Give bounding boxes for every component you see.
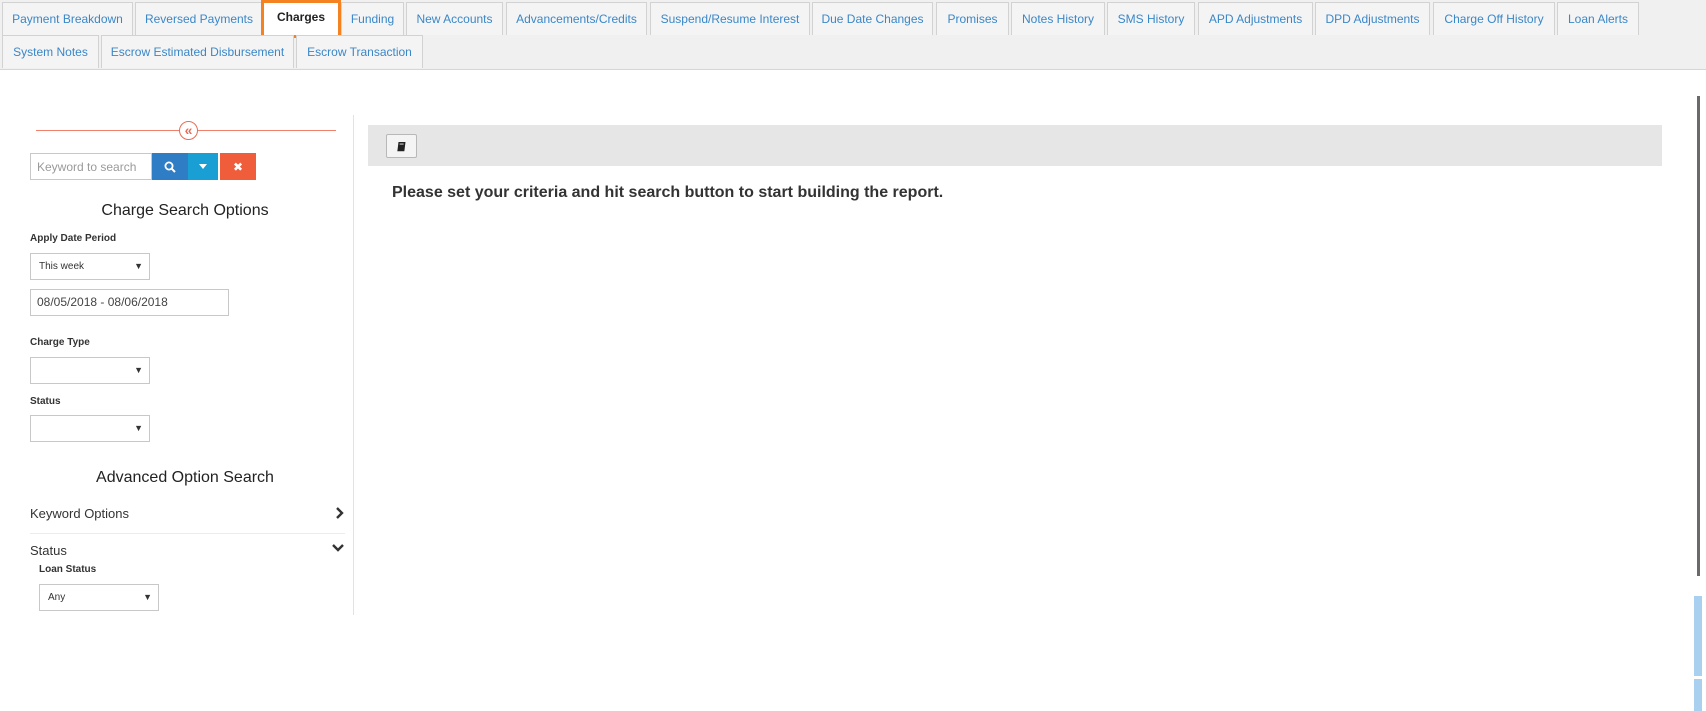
tab-sms-history[interactable]: SMS History — [1107, 2, 1195, 35]
keyword-search-input[interactable] — [30, 153, 152, 180]
tab-escrow-transaction[interactable]: Escrow Transaction — [296, 35, 423, 68]
tab-charges[interactable]: Charges — [261, 0, 341, 38]
loan-status-value: Any — [48, 592, 66, 603]
charge-type-label: Charge Type — [30, 337, 90, 348]
scroll-thumb-lower[interactable] — [1694, 679, 1702, 711]
scroll-thumb[interactable] — [1694, 596, 1702, 676]
clear-search-button[interactable]: ✖ — [220, 153, 256, 180]
tab-suspend-resume-interest[interactable]: Suspend/Resume Interest — [650, 2, 810, 35]
panel-divider — [353, 115, 354, 615]
keyword-options-label: Keyword Options — [30, 506, 129, 521]
keyword-options-toggle[interactable]: Keyword Options — [30, 506, 345, 526]
chevron-down-icon: ▼ — [134, 261, 143, 271]
chevron-right-icon — [336, 507, 344, 519]
tab-charge-off-history[interactable]: Charge Off History — [1433, 2, 1555, 35]
chevron-down-icon: ▼ — [134, 423, 143, 433]
page-scrollbar[interactable] — [1694, 96, 1702, 711]
status-label: Status — [30, 396, 61, 407]
report-toolbar — [368, 125, 1662, 166]
chevron-down-icon: ▼ — [143, 592, 152, 602]
chevron-down-icon — [332, 544, 344, 552]
tab-funding[interactable]: Funding — [341, 2, 404, 35]
status-section-toggle[interactable]: Status — [30, 543, 345, 563]
tab-new-accounts[interactable]: New Accounts — [406, 2, 503, 35]
advanced-divider — [30, 533, 345, 534]
status-select[interactable]: ▼ — [30, 415, 150, 442]
loan-status-label: Loan Status — [39, 564, 97, 575]
report-tab-bar: Payment Breakdown Reversed Payments Char… — [0, 0, 1706, 70]
tab-advancements-credits[interactable]: Advancements/Credits — [506, 2, 647, 35]
search-options-title: Charge Search Options — [101, 202, 269, 219]
report-book-button[interactable] — [386, 134, 417, 158]
caret-down-icon — [199, 164, 207, 169]
tab-notes-history[interactable]: Notes History — [1011, 2, 1105, 35]
tab-apd-adjustments[interactable]: APD Adjustments — [1198, 2, 1313, 35]
tab-promises[interactable]: Promises — [936, 2, 1009, 35]
tab-due-date-changes[interactable]: Due Date Changes — [812, 2, 933, 35]
apply-date-period-label: Apply Date Period — [30, 233, 117, 244]
tab-payment-breakdown[interactable]: Payment Breakdown — [2, 2, 133, 35]
search-dropdown-button[interactable] — [188, 153, 218, 180]
tab-system-notes[interactable]: System Notes — [2, 35, 99, 68]
apply-date-period-value: This week — [39, 261, 85, 272]
date-range-input[interactable]: 08/05/2018 - 08/06/2018 — [30, 289, 229, 316]
loan-status-select[interactable]: Any ▼ — [39, 584, 159, 611]
tab-dpd-adjustments[interactable]: DPD Adjustments — [1315, 2, 1430, 35]
tab-loan-alerts[interactable]: Loan Alerts — [1557, 2, 1639, 35]
charge-type-select[interactable]: ▼ — [30, 357, 150, 384]
status-section-label: Status — [30, 543, 67, 558]
chevron-down-icon: ▼ — [134, 365, 143, 375]
scroll-track — [1697, 96, 1700, 576]
book-icon — [397, 141, 406, 151]
tab-reversed-payments[interactable]: Reversed Payments — [135, 2, 263, 35]
apply-date-period-select[interactable]: This week ▼ — [30, 253, 150, 280]
collapse-panel-icon[interactable]: « — [179, 121, 198, 140]
report-empty-message: Please set your criteria and hit search … — [392, 184, 944, 201]
advanced-search-title: Advanced Option Search — [96, 469, 274, 486]
tab-escrow-estimated-disbursement[interactable]: Escrow Estimated Disbursement — [101, 35, 294, 68]
search-button[interactable] — [152, 153, 188, 180]
search-icon — [164, 161, 176, 173]
